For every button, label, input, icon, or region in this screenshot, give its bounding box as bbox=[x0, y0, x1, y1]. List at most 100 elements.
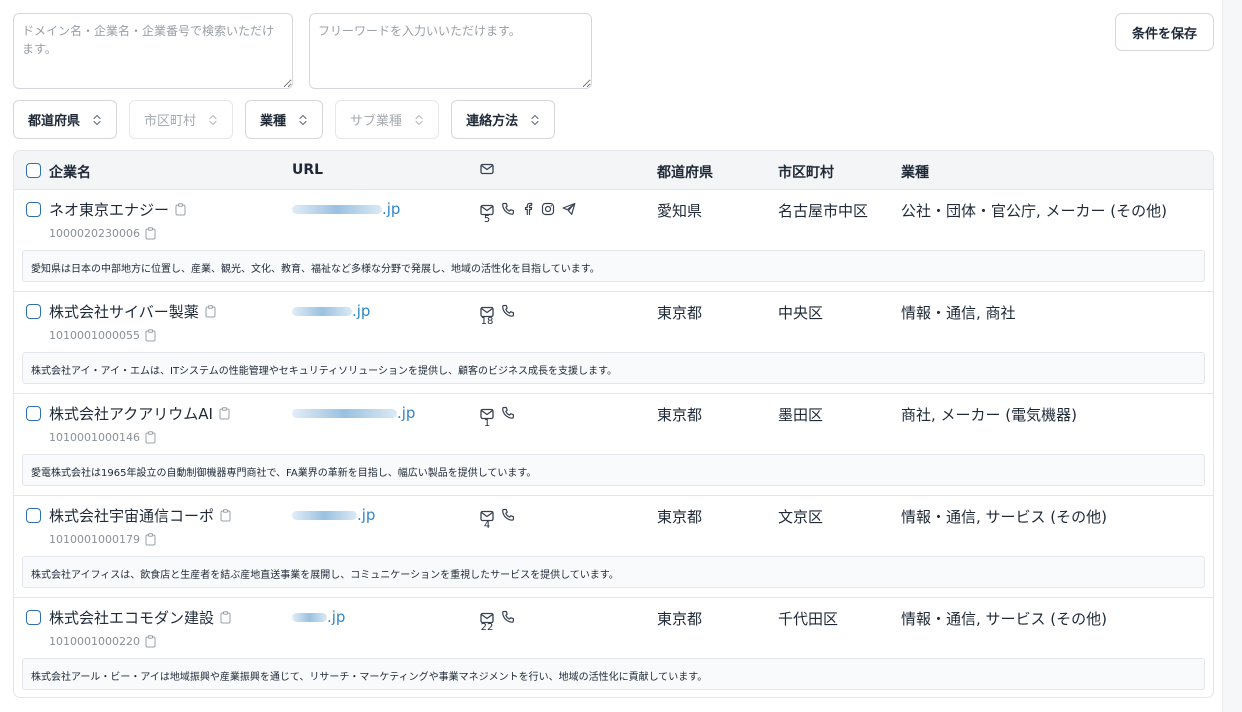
city-cell: 墨田区 bbox=[778, 406, 824, 424]
company-description: 愛知県は日本の中部地方に位置し、産業、観光、文化、教育、福祉など多様な分野で発展… bbox=[22, 250, 1205, 282]
company-name[interactable]: 株式会社アクアリウムAI bbox=[49, 403, 230, 424]
contact-methods: 18 bbox=[480, 303, 515, 327]
filter-prefecture[interactable]: 都道府県 bbox=[13, 100, 118, 139]
industry-cell: 情報・通信, 商社 bbox=[901, 304, 1016, 322]
company-url-link[interactable]: .jp bbox=[292, 608, 345, 626]
chevron-up-down-icon bbox=[530, 114, 540, 126]
company-name[interactable]: ネオ東京エナジー bbox=[49, 199, 186, 220]
contact-methods: 22 bbox=[480, 609, 515, 633]
row-checkbox[interactable] bbox=[26, 508, 41, 523]
domain-search-input[interactable] bbox=[13, 13, 293, 89]
filter-contact-method[interactable]: 連絡方法 bbox=[451, 100, 556, 139]
table-row[interactable]: 株式会社エコモダン建設 1010001000220 .jp 22 東京都 千代田区 情報・通… bbox=[14, 598, 1213, 697]
column-prefecture[interactable]: 都道府県 bbox=[657, 162, 713, 182]
copy-icon[interactable] bbox=[220, 509, 231, 522]
prefecture-cell: 東京都 bbox=[657, 304, 703, 322]
mail-count: 18 bbox=[480, 316, 494, 327]
city-cell: 千代田区 bbox=[778, 610, 839, 628]
column-company[interactable]: 企業名 bbox=[49, 162, 91, 182]
copy-icon[interactable] bbox=[205, 305, 216, 318]
phone-icon[interactable] bbox=[501, 405, 515, 424]
corporate-number: 1010001000220 bbox=[49, 635, 156, 648]
corporate-number-text: 1010001000179 bbox=[49, 533, 140, 546]
company-name[interactable]: 株式会社宇宙通信コーポ bbox=[49, 505, 231, 526]
industry-cell: 情報・通信, サービス (その他) bbox=[901, 610, 1108, 628]
company-name-text[interactable]: 株式会社アクアリウムAI bbox=[49, 403, 213, 424]
city-cell: 中央区 bbox=[778, 304, 824, 322]
table-row[interactable]: 株式会社アクアリウムAI 1010001000146 .jp 1 東京都 墨田区 商社, メ… bbox=[14, 394, 1213, 496]
free-word-input[interactable] bbox=[309, 13, 592, 89]
company-url-link[interactable]: .jp bbox=[292, 302, 370, 320]
company-name-text[interactable]: 株式会社エコモダン建設 bbox=[49, 607, 214, 628]
copy-icon[interactable] bbox=[145, 227, 156, 240]
copy-icon[interactable] bbox=[220, 611, 231, 624]
copy-icon[interactable] bbox=[145, 431, 156, 444]
filter-bar: 都道府県 市区町村 業種 サブ業種 連絡方法 bbox=[13, 100, 556, 139]
corporate-number-text: 1010001000146 bbox=[49, 431, 140, 444]
copy-icon[interactable] bbox=[219, 407, 230, 420]
company-name-text[interactable]: ネオ東京エナジー bbox=[49, 199, 169, 220]
row-checkbox[interactable] bbox=[26, 610, 41, 625]
row-checkbox[interactable] bbox=[26, 304, 41, 319]
filter-city[interactable]: 市区町村 bbox=[129, 100, 234, 139]
mail-icon[interactable]: 4 bbox=[480, 507, 494, 531]
company-name[interactable]: 株式会社サイバー製薬 bbox=[49, 301, 216, 322]
column-city[interactable]: 市区町村 bbox=[778, 162, 834, 182]
company-description: 株式会社アイ・アイ・エムは、ITシステムの性能管理やセキュリティソリューションを… bbox=[22, 352, 1205, 384]
mail-icon[interactable]: 22 bbox=[480, 609, 494, 633]
chevron-up-down-icon bbox=[92, 114, 102, 126]
phone-icon[interactable] bbox=[501, 609, 515, 628]
telegram-icon[interactable] bbox=[562, 201, 576, 220]
corporate-number: 1010001000146 bbox=[49, 431, 156, 444]
url-redacted bbox=[292, 409, 397, 418]
column-url[interactable]: URL bbox=[292, 162, 323, 178]
phone-icon[interactable] bbox=[501, 201, 515, 220]
filter-label: 連絡方法 bbox=[466, 114, 519, 129]
save-conditions-button[interactable]: 条件を保存 bbox=[1115, 13, 1214, 51]
row-checkbox[interactable] bbox=[26, 406, 41, 421]
filter-industry[interactable]: 業種 bbox=[245, 100, 324, 139]
table-row[interactable]: ネオ東京エナジー 1000020230006 .jp 5 愛知県 名古屋市中区 公社・団体・… bbox=[14, 190, 1213, 292]
mail-icon[interactable]: 18 bbox=[480, 303, 494, 327]
column-industry[interactable]: 業種 bbox=[901, 162, 929, 182]
corporate-number-text: 1000020230006 bbox=[49, 227, 140, 240]
company-url-link[interactable]: .jp bbox=[292, 404, 415, 422]
company-name-text[interactable]: 株式会社サイバー製薬 bbox=[49, 301, 199, 322]
prefecture-cell: 東京都 bbox=[657, 508, 703, 526]
contact-methods: 4 bbox=[480, 507, 515, 531]
industry-cell: 情報・通信, サービス (その他) bbox=[901, 508, 1108, 526]
copy-icon[interactable] bbox=[145, 533, 156, 546]
facebook-icon[interactable] bbox=[522, 201, 534, 220]
table-row[interactable]: 株式会社宇宙通信コーポ 1010001000179 .jp 4 東京都 文京区 情報・通信,… bbox=[14, 496, 1213, 598]
table-row[interactable]: 株式会社サイバー製薬 1010001000055 .jp 18 東京都 中央区 情報・通信,… bbox=[14, 292, 1213, 394]
company-url-link[interactable]: .jp bbox=[292, 506, 375, 524]
company-url-link[interactable]: .jp bbox=[292, 200, 400, 218]
scroll-rail[interactable] bbox=[1222, 0, 1242, 712]
url-redacted bbox=[292, 613, 327, 622]
prefecture-cell: 愛知県 bbox=[657, 202, 703, 220]
company-name[interactable]: 株式会社エコモダン建設 bbox=[49, 607, 231, 628]
filter-label: サブ業種 bbox=[350, 114, 403, 129]
select-all-checkbox[interactable] bbox=[26, 163, 41, 178]
mail-icon[interactable]: 5 bbox=[480, 201, 494, 225]
corporate-number: 1000020230006 bbox=[49, 227, 156, 240]
url-tld: .jp bbox=[357, 506, 376, 524]
mail-icon bbox=[480, 163, 494, 179]
copy-icon[interactable] bbox=[145, 329, 156, 342]
mail-count: 5 bbox=[483, 214, 491, 225]
copy-icon[interactable] bbox=[175, 203, 186, 216]
phone-icon[interactable] bbox=[501, 303, 515, 322]
copy-icon[interactable] bbox=[145, 635, 156, 648]
filter-sub-industry[interactable]: サブ業種 bbox=[335, 100, 440, 139]
instagram-icon[interactable] bbox=[541, 201, 555, 220]
phone-icon[interactable] bbox=[501, 507, 515, 526]
filter-label: 都道府県 bbox=[28, 114, 81, 129]
row-checkbox[interactable] bbox=[26, 202, 41, 217]
company-name-text[interactable]: 株式会社宇宙通信コーポ bbox=[49, 505, 214, 526]
industry-cell: 商社, メーカー (電気機器) bbox=[901, 406, 1078, 424]
url-tld: .jp bbox=[382, 200, 401, 218]
corporate-number-text: 1010001000055 bbox=[49, 329, 140, 342]
corporate-number-text: 1010001000220 bbox=[49, 635, 140, 648]
mail-icon[interactable]: 1 bbox=[480, 405, 494, 429]
table-body: ネオ東京エナジー 1000020230006 .jp 5 愛知県 名古屋市中区 公社・団体・… bbox=[14, 190, 1213, 697]
